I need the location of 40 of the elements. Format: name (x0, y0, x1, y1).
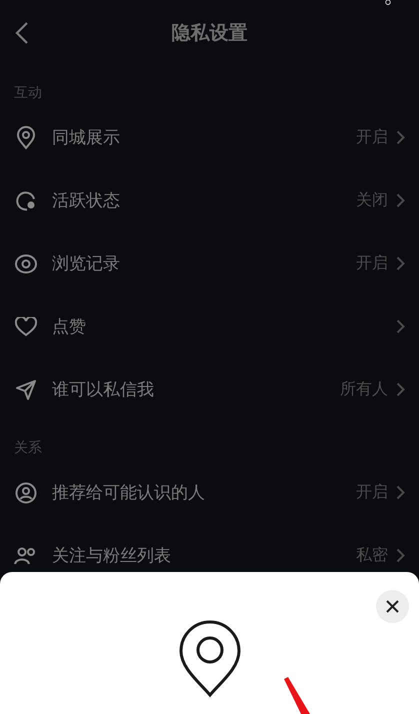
chevron-right-icon (396, 548, 405, 563)
row-label: 同城展示 (52, 127, 121, 149)
row-value: 私密 (356, 545, 388, 566)
section-label: 互动 (14, 85, 42, 101)
row-label: 谁可以私信我 (52, 379, 155, 401)
chevron-right-icon (396, 256, 405, 271)
settings-row[interactable]: 推荐给可能认识的人 开启 (0, 461, 419, 524)
row-label: 浏览记录 (52, 253, 121, 275)
row-label: 推荐给可能认识的人 (52, 482, 206, 504)
page-title: 隐私设置 (172, 21, 248, 46)
settings-row[interactable]: 点赞 (0, 295, 419, 358)
row-value: 关闭 (356, 190, 388, 211)
settings-row[interactable]: 同城展示 开启 (0, 106, 419, 169)
eye-icon (14, 252, 38, 274)
row-label: 点赞 (52, 316, 87, 338)
paper-plane-icon (15, 378, 37, 400)
status-circle-icon (15, 190, 37, 212)
row-value: 开启 (356, 127, 388, 148)
close-button[interactable] (376, 590, 409, 623)
row-value: 所有人 (340, 379, 388, 400)
chevron-right-icon (396, 319, 405, 334)
close-icon (386, 600, 399, 613)
row-value: 开启 (356, 482, 388, 503)
heart-icon (15, 316, 37, 336)
section-label: 关系 (14, 440, 42, 456)
row-label: 关注与粉丝列表 (52, 545, 172, 567)
settings-row[interactable]: 浏览记录 开启 (0, 232, 419, 295)
row-value: 开启 (356, 253, 388, 274)
chevron-right-icon (396, 193, 405, 208)
chevron-right-icon (396, 382, 405, 397)
users-icon (14, 544, 38, 566)
location-pin-icon (15, 126, 37, 150)
location-pin-icon (179, 620, 241, 698)
settings-row[interactable]: 谁可以私信我 所有人 (0, 358, 419, 421)
back-icon[interactable] (14, 21, 30, 45)
row-label: 活跃状态 (52, 190, 121, 212)
settings-row[interactable]: 活跃状态 关闭 (0, 169, 419, 232)
chevron-right-icon (396, 130, 405, 145)
chevron-right-icon (396, 485, 405, 500)
user-circle-icon (15, 482, 37, 504)
